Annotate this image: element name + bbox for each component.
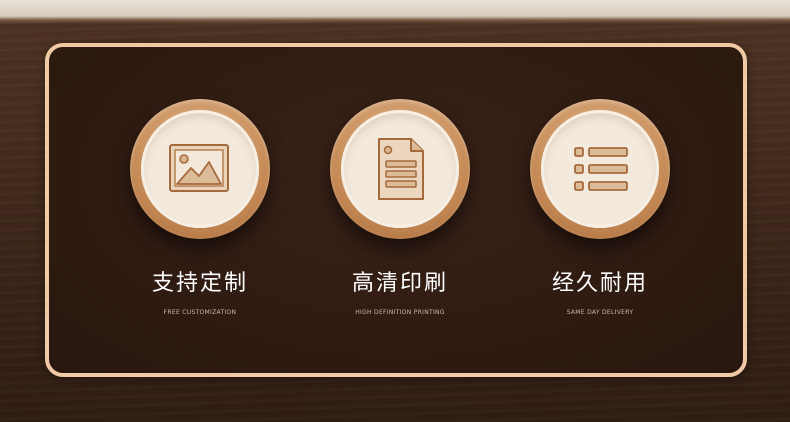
list-icon (574, 147, 628, 191)
feature-subtitle: SAME DAY DELIVERY (566, 309, 634, 316)
feature-title: 经久耐用 (551, 271, 648, 296)
icon-ring (130, 99, 270, 239)
document-icon (378, 138, 424, 200)
icon-disc (541, 110, 659, 228)
feature-subtitle: FREE CUSTOMIZATION (163, 309, 237, 316)
icon-disc (341, 110, 459, 228)
feature-durability: 经久耐用 SAME DAY DELIVERY (500, 99, 700, 316)
icon-ring (330, 99, 470, 239)
feature-printing: 高清印刷 HIGH DEFINITION PRINTING (300, 99, 500, 316)
feature-title: 支持定制 (151, 271, 248, 296)
icon-ring (530, 99, 670, 239)
feature-subtitle: HIGH DEFINITION PRINTING (355, 309, 445, 316)
feature-title: 高清印刷 (351, 271, 448, 296)
features-panel: 支持定制 FREE CUSTOMIZATION 高清印刷 HIGH DEFINI… (45, 43, 747, 377)
feature-customization: 支持定制 FREE CUSTOMIZATION (100, 99, 300, 316)
icon-disc (141, 110, 259, 228)
image-icon (169, 144, 229, 192)
